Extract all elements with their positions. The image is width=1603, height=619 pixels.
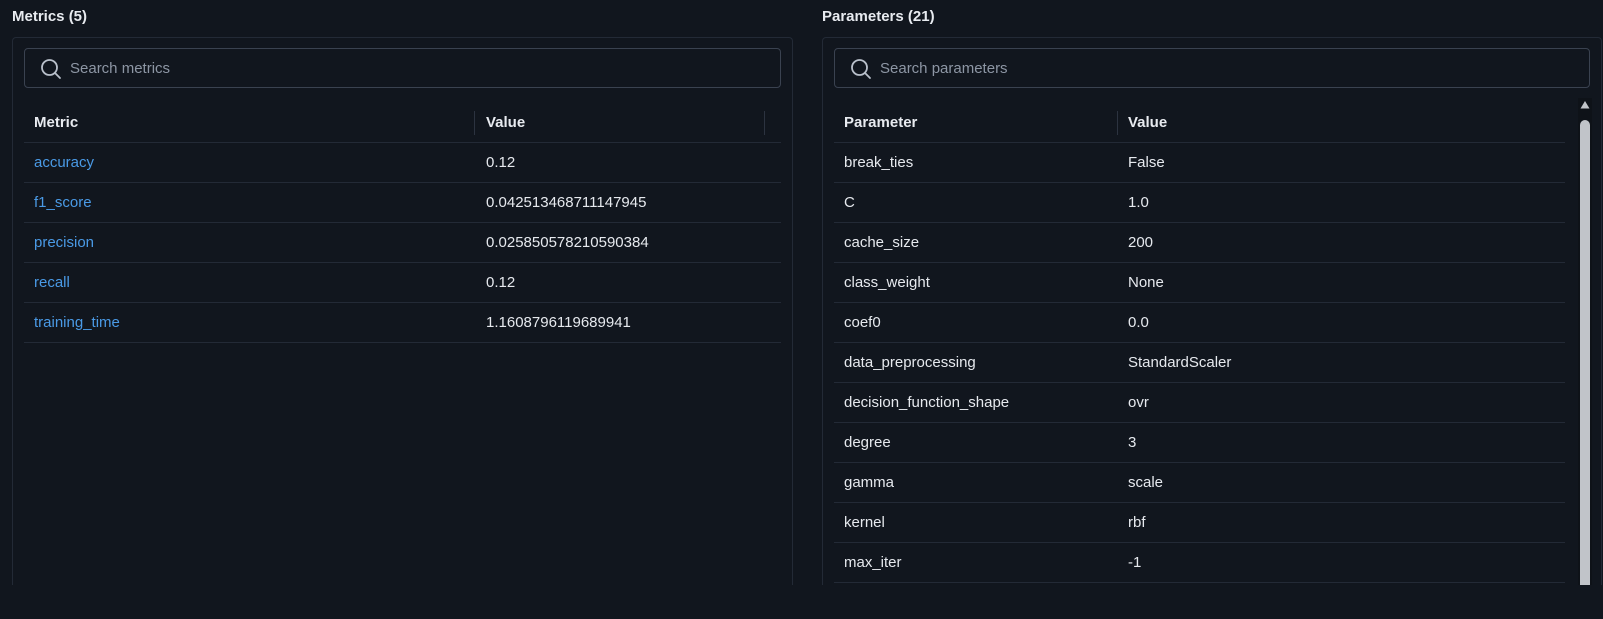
metric-name-link[interactable]: recall: [24, 263, 70, 303]
table-row: coef0 0.0: [834, 303, 1565, 343]
metrics-table: Metric Value accuracy 0.12 f1_score 0.04251…: [24, 103, 781, 343]
parameter-value: 200: [1128, 234, 1154, 251]
parameter-value: ovr: [1128, 394, 1149, 411]
parameter-value: -1: [1128, 554, 1142, 571]
metric-name-link[interactable]: f1_score: [24, 183, 92, 223]
metric-name-link[interactable]: precision: [24, 223, 94, 263]
table-row: training_time 1.1608796119689941: [24, 303, 781, 343]
metric-value: 0.12: [486, 274, 516, 291]
metric-value: 0.042513468711147945: [486, 194, 647, 211]
metric-name-link[interactable]: accuracy: [24, 143, 94, 183]
metrics-table-header: Metric Value: [24, 103, 781, 143]
parameter-name: decision_function_shape: [844, 394, 1010, 411]
scrollbar-thumb[interactable]: [1580, 120, 1590, 585]
metric-value: 0.025850578210590384: [486, 234, 649, 251]
parameter-value: False: [1128, 154, 1165, 171]
parameter-value: scale: [1128, 474, 1164, 491]
parameter-value: 1.0: [1128, 194, 1149, 211]
parameters-table-header: Parameter Value: [834, 103, 1565, 143]
column-resizer[interactable]: [764, 111, 765, 135]
parameter-value: StandardScaler: [1128, 354, 1232, 371]
table-row: data_preprocessing StandardScaler: [834, 343, 1565, 383]
parameter-value: rbf: [1128, 514, 1146, 531]
parameters-title: Parameters (21): [822, 8, 935, 25]
triangle-up-icon[interactable]: [1580, 100, 1590, 110]
table-row: precision 0.025850578210590384: [24, 223, 781, 263]
parameter-name: kernel: [844, 514, 885, 531]
table-row: class_weight None: [834, 263, 1565, 303]
table-row: kernel rbf: [834, 503, 1565, 543]
value-column-header[interactable]: Value: [476, 103, 525, 143]
table-row: f1_score 0.042513468711147945: [24, 183, 781, 223]
parameter-name: coef0: [844, 314, 881, 331]
table-row: gamma scale: [834, 463, 1565, 503]
column-resizer[interactable]: [474, 111, 475, 135]
parameter-name: class_weight: [844, 274, 930, 291]
parameter-column-header[interactable]: Parameter: [834, 103, 917, 143]
parameters-scrollbar[interactable]: [1578, 98, 1592, 585]
parameter-name: cache_size: [844, 234, 920, 251]
parameter-name: degree: [844, 434, 891, 451]
table-row: C 1.0: [834, 183, 1565, 223]
parameter-value: 0.0: [1128, 314, 1149, 331]
table-row: max_iter -1: [834, 543, 1565, 583]
metric-value: 0.12: [486, 154, 516, 171]
parameter-name: gamma: [844, 474, 895, 491]
parameter-name: data_preprocessing: [844, 354, 976, 371]
table-row: decision_function_shape ovr: [834, 383, 1565, 423]
parameters-table: Parameter Value break_ties False C 1.0 cache…: [834, 103, 1565, 583]
metrics-search-box[interactable]: [24, 48, 781, 88]
table-row: break_ties False: [834, 143, 1565, 183]
table-row: recall 0.12: [24, 263, 781, 303]
parameter-value: 3: [1128, 434, 1137, 451]
search-icon: [851, 59, 871, 79]
parameter-value: None: [1128, 274, 1164, 291]
metrics-title: Metrics (5): [12, 8, 88, 25]
parameters-search-input[interactable]: [880, 49, 1581, 87]
table-row: degree 3: [834, 423, 1565, 463]
search-icon: [41, 59, 61, 79]
parameter-name: C: [844, 194, 855, 211]
table-row: cache_size 200: [834, 223, 1565, 263]
parameter-name: max_iter: [844, 554, 902, 571]
table-row: accuracy 0.12: [24, 143, 781, 183]
value-column-header[interactable]: Value: [1118, 103, 1167, 143]
metric-column-header[interactable]: Metric: [24, 103, 78, 143]
parameters-box: Parameter Value break_ties False C 1.0 cache…: [822, 37, 1602, 585]
metric-name-link[interactable]: training_time: [24, 303, 120, 343]
metrics-search-input[interactable]: [70, 49, 772, 87]
metrics-box: Metric Value accuracy 0.12 f1_score 0.04251…: [12, 37, 793, 585]
parameters-search-box[interactable]: [834, 48, 1590, 88]
parameter-name: break_ties: [844, 154, 914, 171]
metric-value: 1.1608796119689941: [486, 314, 631, 331]
